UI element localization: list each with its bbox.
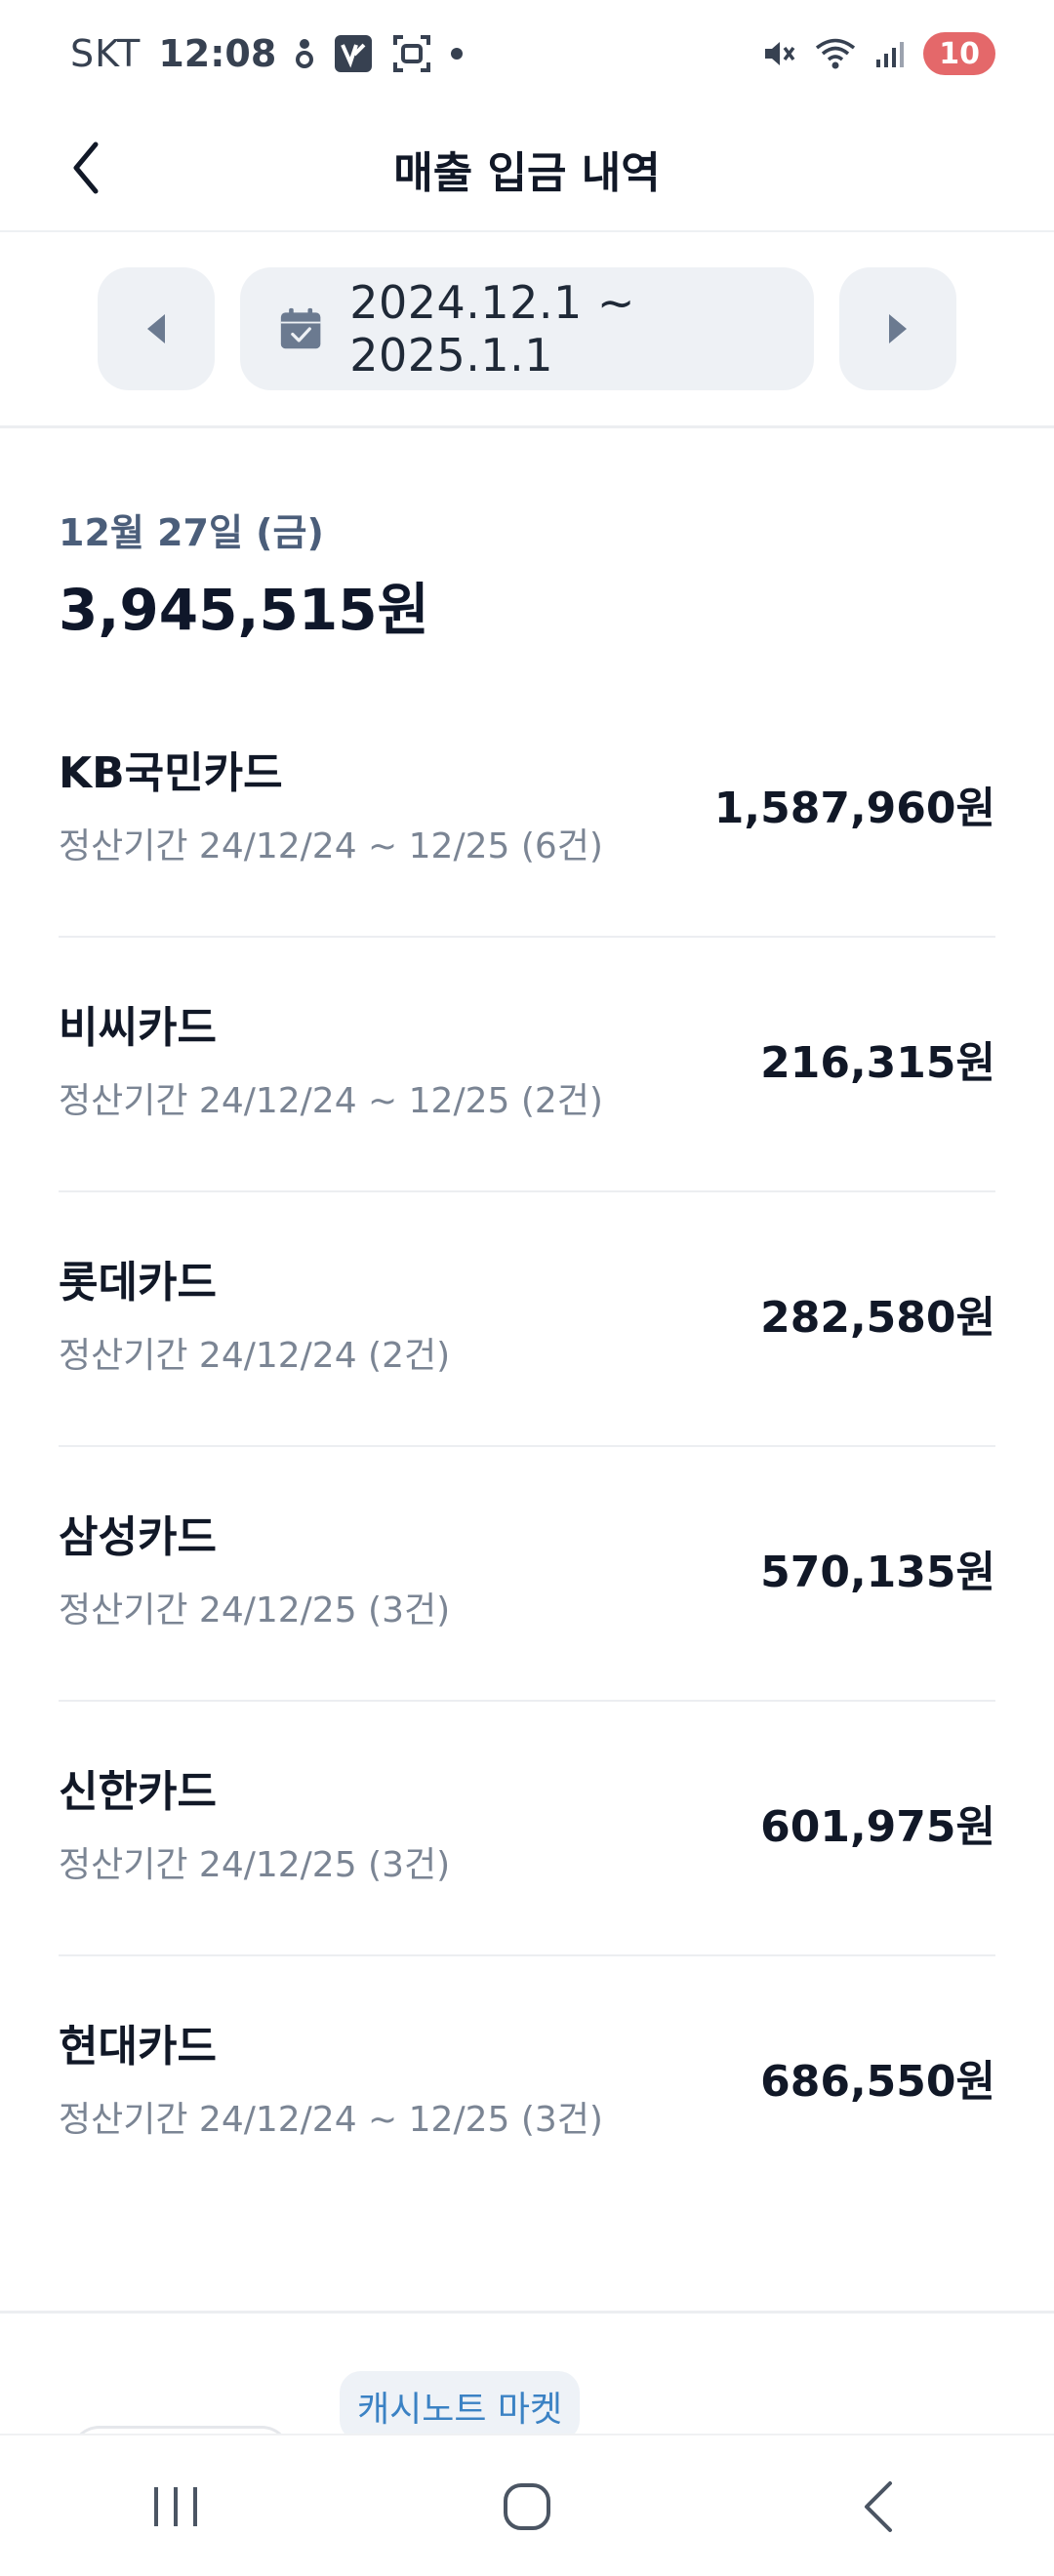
deposit-row-kb[interactable]: KB국민카드 정산기간 24/12/24 ~ 12/25 (6건) 1,587,… (59, 683, 995, 938)
date-range-bar: 2024.12.1 ~ 2025.1.1 (0, 230, 1054, 428)
card-company-name: 비씨카드 (59, 1003, 217, 1053)
deposit-amount: 570,135원 (760, 1548, 995, 1597)
market-badge[interactable]: 캐시노트 마켓 (340, 2371, 581, 2441)
deposit-total: 3,945,515원 (59, 577, 429, 643)
calendar-check-icon (280, 307, 321, 349)
dot-icon (450, 47, 464, 60)
battery-indicator: 10 (923, 32, 995, 75)
recent-apps-icon (154, 2487, 197, 2526)
mute-icon (761, 36, 796, 71)
status-right: 10 (761, 32, 995, 75)
deposit-row-bc[interactable]: 비씨카드 정산기간 24/12/24 ~ 12/25 (2건) 216,315원 (59, 938, 995, 1192)
deposit-row-lotte[interactable]: 롯데카드 정산기간 24/12/24 (2건) 282,580원 (59, 1192, 995, 1447)
deposit-row-shinhan[interactable]: 신한카드 정산기간 24/12/25 (3건) 601,975원 (59, 1702, 995, 1956)
settlement-period: 정산기간 24/12/24 ~ 12/25 (6건) (59, 826, 603, 866)
settlement-period: 정산기간 24/12/24 ~ 12/25 (2건) (59, 1081, 603, 1121)
page-title: 매출 입금 내역 (393, 148, 661, 198)
screenshot-icon (391, 33, 432, 74)
next-period-button[interactable] (839, 267, 956, 390)
carrier-label: SKT (70, 32, 142, 75)
card-company-name: 삼성카드 (59, 1512, 217, 1562)
previous-period-button[interactable] (98, 267, 215, 390)
date-range-selector[interactable]: 2024.12.1 ~ 2025.1.1 (240, 267, 814, 390)
settlement-period: 정산기간 24/12/25 (3건) (59, 1590, 451, 1630)
triangle-right-icon (889, 314, 907, 343)
deposit-amount: 282,580원 (760, 1293, 995, 1343)
settlement-period: 정산기간 24/12/24 ~ 12/25 (3건) (59, 2100, 603, 2140)
home-button[interactable] (468, 2458, 586, 2556)
app-screen: SKT 12:08 10 매출 입금 내역 2024.12.1 ~ 2025.1… (0, 0, 1054, 2576)
section-divider (0, 2311, 1054, 2314)
deposit-row-hyundai[interactable]: 현대카드 정산기간 24/12/24 ~ 12/25 (3건) 686,550원 (59, 1956, 995, 2211)
app-notification-icon (333, 33, 374, 74)
clock: 12:08 (158, 32, 277, 75)
card-company-name: KB국민카드 (59, 748, 283, 798)
deposit-amount: 216,315원 (760, 1038, 995, 1088)
wifi-icon (814, 36, 857, 71)
settlement-period: 정산기간 24/12/24 (2건) (59, 1336, 451, 1376)
back-arrow-icon (865, 2481, 892, 2532)
triangle-left-icon (147, 314, 165, 343)
deposit-amount: 1,587,960원 (713, 784, 995, 833)
chevron-left-icon (73, 141, 99, 194)
card-company-name: 롯데카드 (59, 1258, 217, 1308)
deposit-amount: 686,550원 (760, 2057, 995, 2107)
card-company-name: 현대카드 (59, 2022, 217, 2072)
recent-apps-button[interactable] (117, 2458, 234, 2556)
battery-level: 10 (939, 36, 980, 71)
system-nav-bar (0, 2434, 1054, 2576)
back-button[interactable] (47, 129, 125, 207)
status-bar: SKT 12:08 10 (0, 0, 1054, 107)
top-app-bar: 매출 입금 내역 (0, 107, 1054, 232)
deposit-row-samsung[interactable]: 삼성카드 정산기간 24/12/25 (3건) 570,135원 (59, 1447, 995, 1702)
status-left: SKT 12:08 (70, 32, 464, 75)
deposit-list: KB국민카드 정산기간 24/12/24 ~ 12/25 (6건) 1,587,… (59, 683, 995, 2211)
settlement-period: 정산기간 24/12/25 (3건) (59, 1845, 451, 1885)
signal-icon (874, 38, 906, 69)
deposit-date: 12월 27일 (금) (59, 511, 324, 554)
deposit-amount: 601,975원 (760, 1802, 995, 1852)
card-company-name: 신한카드 (59, 1767, 217, 1817)
date-range-label: 2024.12.1 ~ 2025.1.1 (349, 276, 635, 382)
home-icon (504, 2483, 550, 2530)
system-back-button[interactable] (820, 2458, 937, 2556)
notification-icon (294, 36, 315, 71)
